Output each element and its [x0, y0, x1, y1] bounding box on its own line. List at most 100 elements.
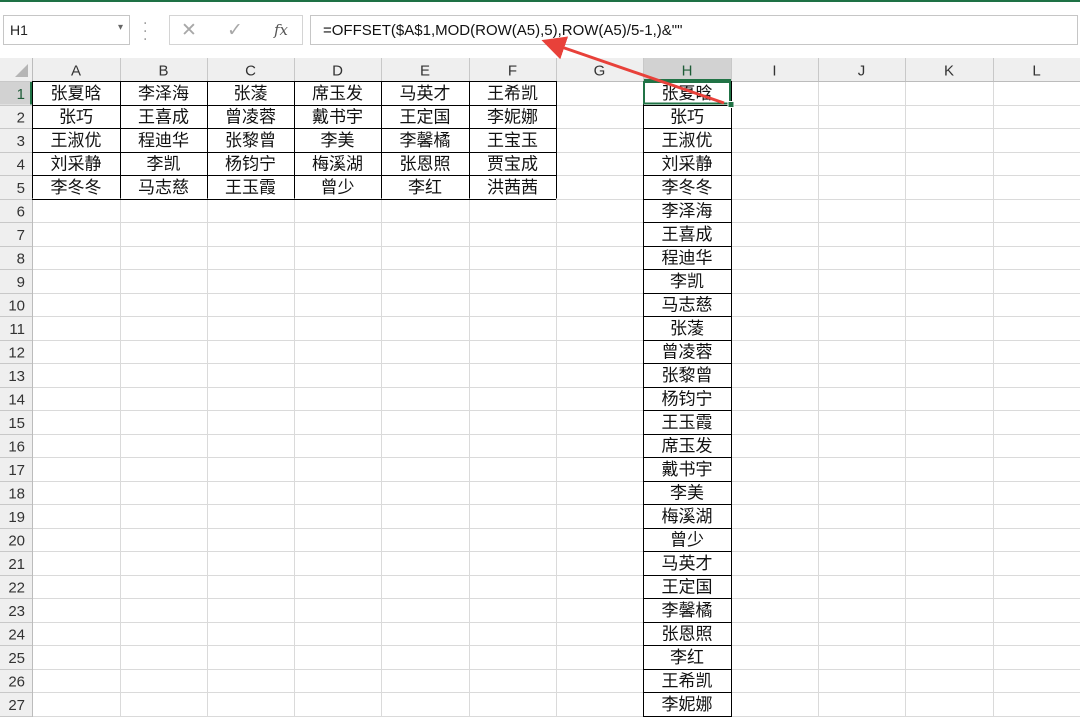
cell-e2[interactable]: 王定国 — [400, 107, 451, 127]
column-header-l[interactable]: L — [1032, 63, 1040, 80]
column-header-i[interactable]: I — [772, 63, 776, 80]
row-header-16[interactable]: 16 — [8, 438, 25, 455]
cell-d4[interactable]: 梅溪湖 — [312, 154, 363, 174]
row-header-15[interactable]: 15 — [8, 415, 25, 432]
row-header-20[interactable]: 20 — [8, 532, 25, 549]
cell-h27[interactable]: 李妮娜 — [662, 695, 713, 715]
cell-h7[interactable]: 王喜成 — [662, 225, 713, 245]
row-header-1[interactable]: 1 — [17, 86, 25, 103]
cell-f1[interactable]: 王希凯 — [487, 84, 538, 104]
cell-d1[interactable]: 席玉发 — [312, 84, 363, 104]
cell-h24[interactable]: 张恩照 — [662, 624, 713, 644]
row-header-21[interactable]: 21 — [8, 556, 25, 573]
row-header-6[interactable]: 6 — [17, 203, 25, 220]
cell-h6[interactable]: 李泽海 — [662, 201, 713, 221]
cell-h3[interactable]: 王淑优 — [662, 131, 713, 151]
cell-e5[interactable]: 李红 — [408, 178, 442, 198]
row-header-5[interactable]: 5 — [17, 180, 25, 197]
formula-input[interactable]: =OFFSET($A$1,MOD(ROW(A5),5),ROW(A5)/5-1,… — [310, 15, 1078, 45]
cell-c2[interactable]: 曾凌蓉 — [225, 107, 276, 127]
cell-b4[interactable]: 李凯 — [147, 154, 181, 174]
cell-h4[interactable]: 刘采静 — [662, 154, 713, 174]
cell-h16[interactable]: 席玉发 — [662, 436, 713, 456]
cell-h17[interactable]: 戴书宇 — [662, 460, 713, 480]
column-header-k[interactable]: K — [944, 63, 954, 80]
cell-e3[interactable]: 李馨橘 — [400, 131, 451, 151]
cell-h22[interactable]: 王定国 — [662, 577, 713, 597]
cell-d3[interactable]: 李美 — [321, 131, 355, 151]
row-header-19[interactable]: 19 — [8, 509, 25, 526]
row-header-22[interactable]: 22 — [8, 579, 25, 596]
cell-a4[interactable]: 刘采静 — [51, 154, 102, 174]
row-header-3[interactable]: 3 — [17, 133, 25, 150]
row-header-24[interactable]: 24 — [8, 626, 25, 643]
row-header-25[interactable]: 25 — [8, 650, 25, 667]
column-header-j[interactable]: J — [858, 63, 866, 80]
cell-h19[interactable]: 梅溪湖 — [662, 507, 713, 527]
cell-h9[interactable]: 李凯 — [670, 272, 704, 292]
fill-handle[interactable] — [727, 101, 735, 108]
row-header-23[interactable]: 23 — [8, 603, 25, 620]
cell-a2[interactable]: 张巧 — [59, 107, 93, 127]
row-header-17[interactable]: 17 — [8, 462, 25, 479]
column-header-a[interactable]: A — [71, 63, 81, 80]
cell-e1[interactable]: 马英才 — [400, 84, 451, 104]
column-header-c[interactable]: C — [245, 63, 256, 80]
cell-c4[interactable]: 杨钧宁 — [225, 154, 276, 174]
cell-a1[interactable]: 张夏晗 — [51, 84, 102, 104]
cell-h20[interactable]: 曾少 — [670, 530, 704, 550]
cell-a3[interactable]: 王淑优 — [51, 131, 102, 151]
row-header-12[interactable]: 12 — [8, 344, 25, 361]
row-header-7[interactable]: 7 — [17, 227, 25, 244]
column-header-f[interactable]: F — [508, 63, 517, 80]
close-icon[interactable]: ✕ — [181, 19, 197, 41]
cell-h12[interactable]: 曾凌蓉 — [662, 342, 713, 362]
cell-b1[interactable]: 李泽海 — [138, 84, 189, 104]
cell-c1[interactable]: 张蓤 — [234, 84, 268, 104]
row-header-9[interactable]: 9 — [17, 274, 25, 291]
cell-h25[interactable]: 李红 — [670, 648, 704, 668]
cell-e4[interactable]: 张恩照 — [400, 154, 451, 174]
row-header-8[interactable]: 8 — [17, 250, 25, 267]
row-header-4[interactable]: 4 — [17, 156, 25, 173]
cell-h2[interactable]: 张巧 — [670, 107, 704, 127]
row-header-13[interactable]: 13 — [8, 368, 25, 385]
insert-function-button[interactable]: fx — [274, 21, 288, 39]
chevron-down-icon[interactable]: ▾ — [118, 22, 123, 33]
row-header-2[interactable]: 2 — [17, 109, 25, 126]
cell-c5[interactable]: 王玉霞 — [225, 178, 276, 198]
cell-b2[interactable]: 王喜成 — [138, 107, 189, 127]
cell-c3[interactable]: 张黎曾 — [225, 131, 276, 151]
cell-h23[interactable]: 李馨橘 — [662, 601, 713, 621]
cell-h15[interactable]: 王玉霞 — [662, 413, 713, 433]
row-header-26[interactable]: 26 — [8, 673, 25, 690]
column-header-e[interactable]: E — [420, 63, 430, 80]
more-options-icon[interactable]: · · · — [143, 17, 147, 47]
row-header-27[interactable]: 27 — [8, 697, 25, 714]
column-header-g[interactable]: G — [594, 63, 606, 80]
cell-d2[interactable]: 戴书宇 — [312, 107, 363, 127]
row-header-18[interactable]: 18 — [8, 485, 25, 502]
cell-h18[interactable]: 李美 — [670, 483, 704, 503]
cell-h11[interactable]: 张蓤 — [670, 319, 704, 339]
cell-a5[interactable]: 李冬冬 — [51, 178, 102, 198]
column-header-b[interactable]: B — [158, 63, 168, 80]
cell-b5[interactable]: 马志慈 — [138, 178, 189, 198]
cell-f2[interactable]: 李妮娜 — [487, 107, 538, 127]
cell-h8[interactable]: 程迪华 — [662, 248, 713, 268]
column-header-d[interactable]: D — [332, 63, 343, 80]
cell-b3[interactable]: 程迪华 — [138, 131, 189, 151]
row-header-14[interactable]: 14 — [8, 391, 25, 408]
row-header-11[interactable]: 11 — [9, 321, 25, 338]
cell-f5[interactable]: 洪茜茜 — [487, 178, 538, 198]
cell-f3[interactable]: 王宝玉 — [487, 131, 538, 151]
check-icon[interactable]: ✓ — [227, 19, 243, 41]
worksheet-grid[interactable]: A B C D E F G H I J K L1234567891011121314151617181… — [0, 58, 1080, 717]
cell-h26[interactable]: 王希凯 — [662, 671, 713, 691]
cell-h5[interactable]: 李冬冬 — [662, 178, 713, 198]
cell-d5[interactable]: 曾少 — [321, 178, 355, 198]
cell-h10[interactable]: 马志慈 — [662, 295, 713, 315]
name-box[interactable]: H1 ▾ — [3, 15, 130, 45]
cell-h21[interactable]: 马英才 — [662, 554, 713, 574]
cell-h1[interactable]: 张夏晗 — [662, 84, 713, 104]
